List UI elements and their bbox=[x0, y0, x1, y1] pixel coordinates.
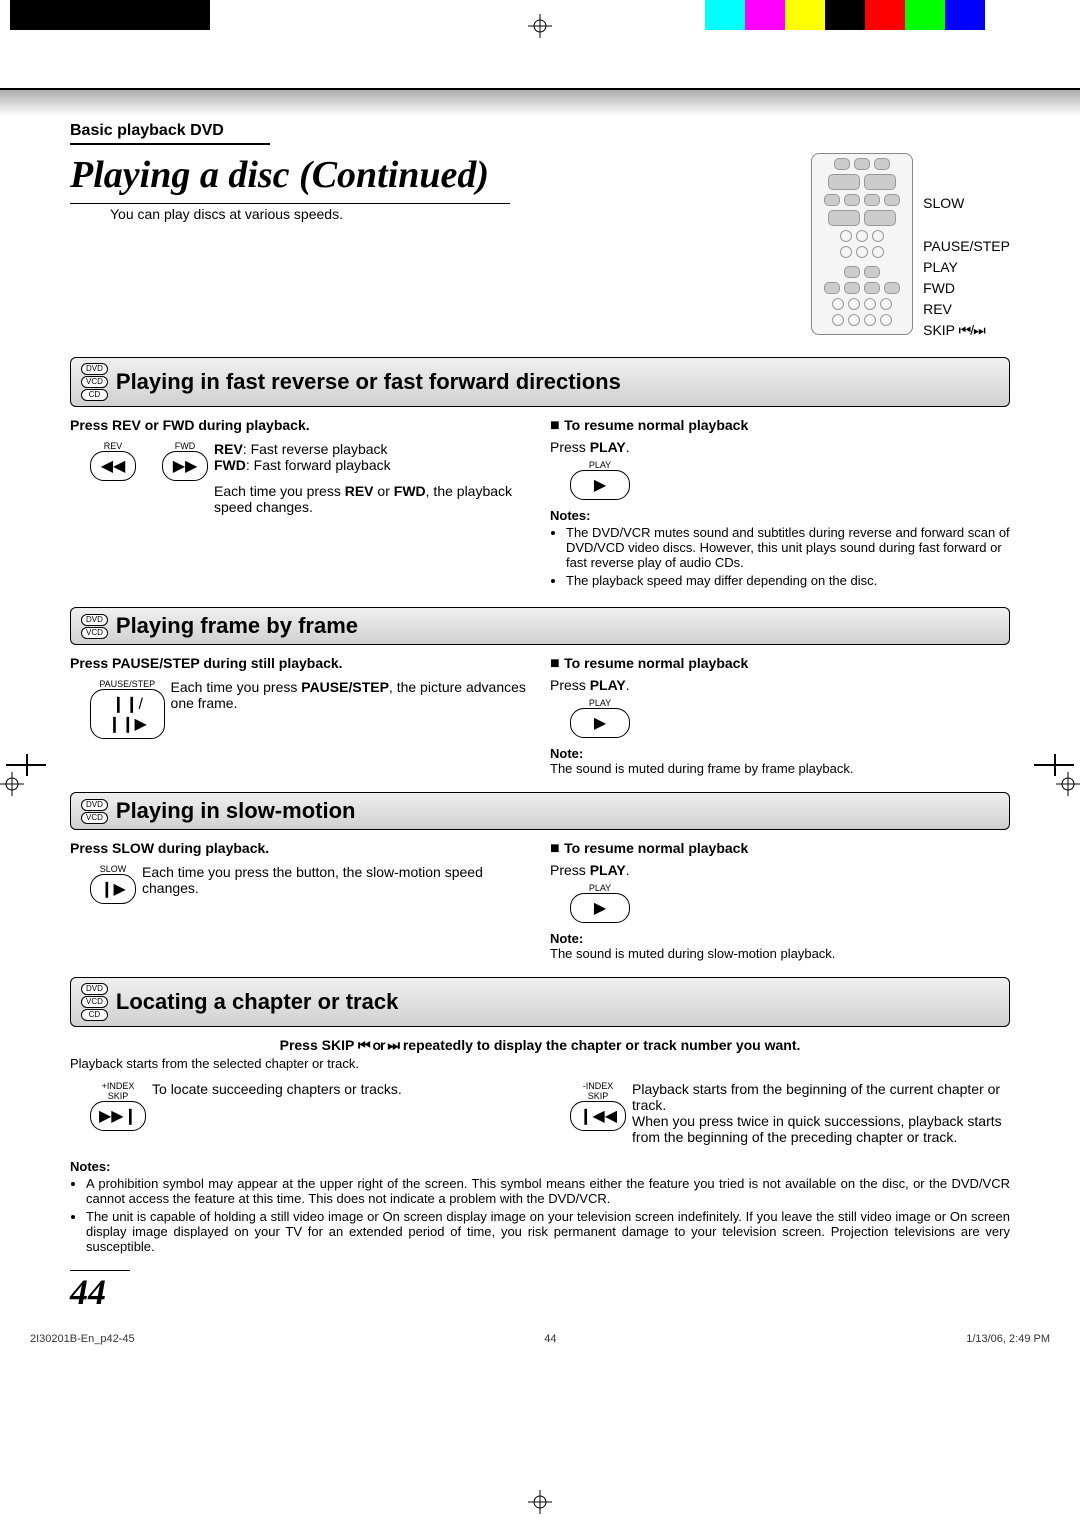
page-title: Playing a disc (Continued) bbox=[70, 153, 510, 204]
disc-tag: VCD bbox=[81, 996, 108, 1008]
note-item: A prohibition symbol may appear at the u… bbox=[86, 1176, 1010, 1206]
print-footer: 2I30201B-En_p42-45 44 1/13/06, 2:49 PM bbox=[30, 1333, 1050, 1345]
remote-label: PLAY bbox=[923, 257, 1010, 278]
skip-back-desc: Playback starts from the beginning of th… bbox=[632, 1081, 1010, 1145]
note-item: The playback speed may differ depending … bbox=[566, 573, 1010, 588]
pause-step-button-illustration: PAUSE/STEP ❙❙/❙❙▶ bbox=[90, 679, 165, 739]
pause-step-icon: ❙❙/❙❙▶ bbox=[90, 689, 165, 739]
section-heading-locate: DVD VCD CD Locating a chapter or track bbox=[70, 977, 1010, 1027]
disc-tag: VCD bbox=[81, 376, 108, 388]
remote-illustration bbox=[811, 153, 913, 335]
play-icon: ▶ bbox=[570, 893, 630, 923]
remote-callouts: SLOW PAUSE/STEP PLAY FWD REV SKIP ⏮/⏭ bbox=[923, 153, 1010, 341]
slow-desc: Each time you press the button, the slow… bbox=[142, 864, 530, 896]
disc-tag: DVD bbox=[81, 983, 108, 995]
color-registration-strip bbox=[705, 0, 985, 30]
note-item: The unit is capable of holding a still v… bbox=[86, 1209, 1010, 1254]
notes-list: A prohibition symbol may appear at the u… bbox=[70, 1176, 1010, 1254]
slow-button-illustration: SLOW ❙▶ bbox=[90, 864, 136, 904]
disc-tag: DVD bbox=[81, 614, 108, 626]
intro-text: You can play discs at various speeds. bbox=[110, 206, 510, 222]
section-heading-fast: DVD VCD CD Playing in fast reverse or fa… bbox=[70, 357, 1010, 407]
play-button-illustration: PLAY ▶ bbox=[570, 883, 630, 923]
play-icon: ▶ bbox=[570, 708, 630, 738]
notes-heading: Notes: bbox=[550, 508, 1010, 523]
remote-label: SKIP bbox=[923, 322, 955, 338]
resume-text: Press PLAY. bbox=[550, 677, 1010, 693]
remote-label: PAUSE/STEP bbox=[923, 236, 1010, 257]
play-button-illustration: PLAY ▶ bbox=[570, 698, 630, 738]
disc-tag: DVD bbox=[81, 799, 108, 811]
disc-tag: VCD bbox=[81, 627, 108, 639]
resume-heading: ■ To resume normal playback bbox=[550, 840, 1010, 858]
fwd-button-illustration: FWD ▶▶ bbox=[162, 441, 208, 481]
frame-desc: Each time you press PAUSE/STEP, the pict… bbox=[171, 679, 530, 711]
remote-label: FWD bbox=[923, 278, 1010, 299]
instruction-heading: Press REV or FWD during playback. bbox=[70, 417, 530, 433]
registration-mark-icon bbox=[528, 1490, 552, 1514]
play-icon: ▶ bbox=[570, 470, 630, 500]
skip-fwd-icon: ▶▶❙ bbox=[90, 1101, 146, 1131]
section-heading-slow: DVD VCD Playing in slow-motion bbox=[70, 792, 1010, 830]
disc-tag: CD bbox=[81, 389, 108, 401]
rev-icon: ◀◀ bbox=[90, 451, 136, 481]
resume-text: Press PLAY. bbox=[550, 439, 1010, 455]
header-gradient bbox=[0, 88, 1080, 116]
fwd-icon: ▶▶ bbox=[162, 451, 208, 481]
footer-file: 2I30201B-En_p42-45 bbox=[30, 1333, 135, 1345]
skip-fwd-button-illustration: +INDEX SKIP ▶▶❙ bbox=[90, 1081, 146, 1131]
notes-heading: Notes: bbox=[70, 1159, 1010, 1174]
note-text: The sound is muted during frame by frame… bbox=[550, 761, 1010, 776]
skip-icons: ⏮/⏭ bbox=[959, 322, 985, 338]
resume-heading: ■ To resume normal playback bbox=[550, 417, 1010, 435]
notes-list: The DVD/VCR mutes sound and subtitles du… bbox=[550, 525, 1010, 588]
instruction-heading: Press SLOW during playback. bbox=[70, 840, 530, 856]
instruction-heading: Press PAUSE/STEP during still playback. bbox=[70, 655, 530, 671]
skip-back-icon: ❙◀◀ bbox=[570, 1101, 626, 1131]
note-item: The DVD/VCR mutes sound and subtitles du… bbox=[566, 525, 1010, 570]
disc-tag: CD bbox=[81, 1009, 108, 1021]
skip-instruction: Press SKIP ⏮ or ⏭ repeatedly to display … bbox=[70, 1037, 1010, 1054]
rev-button-illustration: REV ◀◀ bbox=[90, 441, 136, 481]
footer-date: 1/13/06, 2:49 PM bbox=[966, 1333, 1050, 1345]
rev-fwd-desc: REV: Fast reverse playback FWD: Fast for… bbox=[214, 441, 530, 515]
page-number: 44 bbox=[70, 1270, 130, 1313]
remote-label: SLOW bbox=[923, 193, 1010, 214]
play-button-illustration: PLAY ▶ bbox=[570, 460, 630, 500]
footer-page: 44 bbox=[544, 1333, 556, 1345]
slow-icon: ❙▶ bbox=[90, 874, 136, 904]
section-heading-frame: DVD VCD Playing frame by frame bbox=[70, 607, 1010, 645]
section-label: Basic playback DVD bbox=[70, 122, 270, 145]
disc-tag: VCD bbox=[81, 812, 108, 824]
skip-back-button-illustration: -INDEX SKIP ❙◀◀ bbox=[570, 1081, 626, 1131]
note-heading: Note: bbox=[550, 746, 1010, 761]
skip-subtext: Playback starts from the selected chapte… bbox=[70, 1056, 1010, 1071]
skip-fwd-desc: To locate succeeding chapters or tracks. bbox=[152, 1081, 402, 1097]
disc-tag: DVD bbox=[81, 363, 108, 375]
registration-mark-icon bbox=[528, 14, 552, 38]
resume-heading: ■ To resume normal playback bbox=[550, 655, 1010, 673]
resume-text: Press PLAY. bbox=[550, 862, 1010, 878]
remote-label: REV bbox=[923, 299, 1010, 320]
note-text: The sound is muted during slow-motion pl… bbox=[550, 946, 1010, 961]
note-heading: Note: bbox=[550, 931, 1010, 946]
